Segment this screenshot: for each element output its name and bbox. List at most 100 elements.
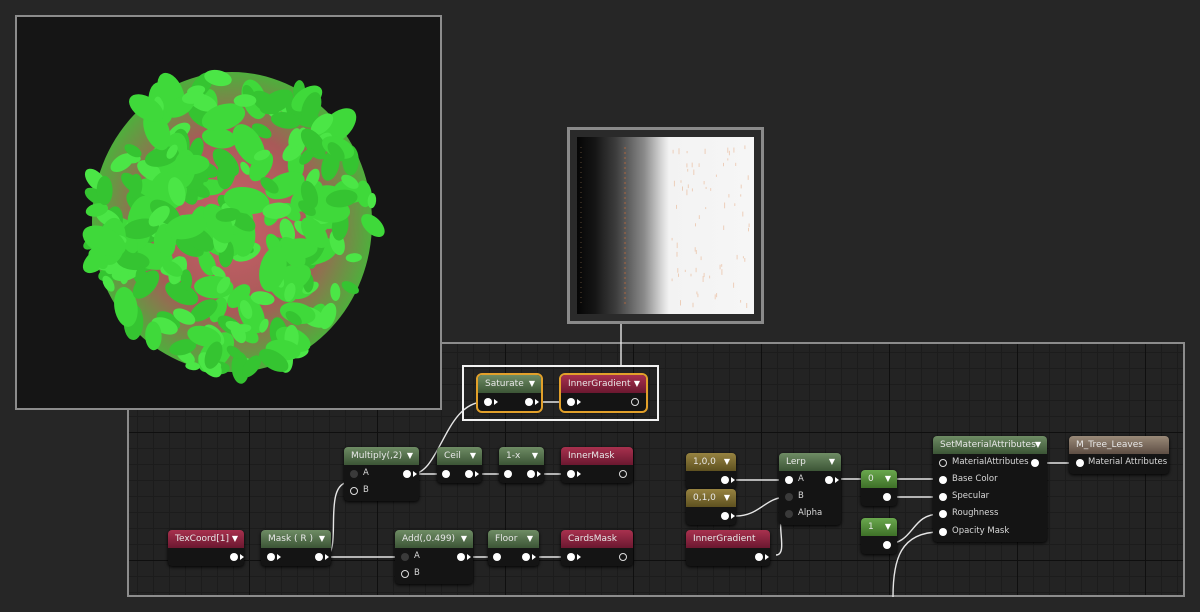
node-one-minus[interactable]: 1-x ▼ [499,447,544,483]
pin-label: A [363,468,369,478]
foliage-leaves [77,67,389,385]
chevron-down-icon[interactable]: ▼ [885,470,891,488]
node-title: Lerp [786,457,806,467]
output-pin[interactable] [315,553,323,561]
pin-label: B [363,485,369,495]
chevron-down-icon[interactable]: ▼ [527,530,533,548]
pin-arrow-icon [467,554,471,560]
input-pin-a[interactable] [401,553,409,561]
chevron-down-icon[interactable]: ▼ [319,530,325,548]
viewport-panel[interactable] [15,15,442,410]
pin-label: A [414,551,420,561]
input-pin-base-color[interactable] [939,476,947,484]
chevron-down-icon[interactable]: ▼ [829,453,835,471]
input-pin[interactable] [567,470,575,478]
node-innergradient-bottom[interactable]: InnerGradient [686,530,770,566]
output-pin[interactable] [403,470,411,478]
chevron-down-icon[interactable]: ▼ [407,447,413,465]
output-pin[interactable] [825,476,833,484]
output-pin[interactable] [619,553,627,561]
pin-arrow-icon [765,554,769,560]
selection-box [462,365,659,421]
input-pin[interactable] [442,470,450,478]
input-pin-b[interactable] [785,493,793,501]
node-title: 0,1,0 [693,493,716,503]
node-ceil[interactable]: Ceil ▼ [437,447,482,483]
input-pin[interactable] [504,470,512,478]
output-pin[interactable] [527,470,535,478]
output-pin[interactable] [465,470,473,478]
node-constant-010[interactable]: 0,1,0 ▼ [686,489,736,525]
node-title: InnerMask [568,451,615,461]
chevron-down-icon[interactable]: ▼ [1035,436,1041,454]
foliage-render [77,67,389,385]
output-pin[interactable] [883,493,891,501]
input-pin-b[interactable] [401,570,409,578]
chevron-down-icon[interactable]: ▼ [532,447,538,465]
input-pin-a[interactable] [350,470,358,478]
pin-label: B [798,491,804,501]
pin-arrow-icon [475,471,479,477]
node-title: Floor [495,534,518,544]
node-set-material-attributes[interactable]: SetMaterialAttributes ▼ MaterialAttribute… [933,436,1047,542]
chevron-down-icon[interactable]: ▼ [724,453,730,471]
output-pin[interactable] [721,476,729,484]
input-pin[interactable] [567,553,575,561]
node-title: 1 [868,522,874,532]
texture-preview-panel [567,127,764,324]
chevron-down-icon[interactable]: ▼ [461,530,467,548]
input-pin-a[interactable] [785,476,793,484]
output-pin[interactable] [883,541,891,549]
node-constant-1[interactable]: 1 ▼ [861,518,897,554]
node-floor[interactable]: Floor ▼ [488,530,539,566]
chevron-down-icon[interactable]: ▼ [470,447,476,465]
preview-noise [580,145,750,308]
output-pin[interactable] [755,553,763,561]
pin-label: MaterialAttributes [952,457,1029,467]
node-title: Ceil [444,451,461,461]
chevron-down-icon[interactable]: ▼ [885,518,891,536]
node-cardsmask[interactable]: CardsMask [561,530,633,566]
pin-arrow-icon [325,554,329,560]
pin-arrow-icon [413,471,417,477]
output-pin[interactable] [457,553,465,561]
chevron-down-icon[interactable]: ▼ [724,489,730,507]
node-constant-0[interactable]: 0 ▼ [861,470,897,506]
node-title: Mask ( R ) [268,534,314,544]
node-constant-100[interactable]: 1,0,0 ▼ [686,453,736,489]
node-innermask[interactable]: InnerMask [561,447,633,483]
pin-label: Material Attributes [1088,457,1168,467]
node-multiply[interactable]: Multiply(,2) ▼ A B [344,447,419,501]
input-pin-roughness[interactable] [939,510,947,518]
output-pin[interactable] [619,470,627,478]
node-material-result[interactable]: M_Tree_Leaves Material Attributes [1069,436,1169,474]
node-title: InnerGradient [693,534,756,544]
chevron-down-icon[interactable]: ▼ [232,530,238,548]
pin-label: Alpha [798,508,823,518]
input-pin-b[interactable] [350,487,358,495]
output-pin[interactable] [1031,459,1039,467]
input-pin-alpha[interactable] [785,510,793,518]
node-texcoord[interactable]: TexCoord[1] ▼ [168,530,244,566]
output-pin[interactable] [230,553,238,561]
input-pin-material-attributes[interactable] [1076,459,1084,467]
pin-arrow-icon [537,471,541,477]
input-pin-material-attributes[interactable] [939,459,947,467]
node-title: 1-x [506,451,521,461]
input-pin-specular[interactable] [939,493,947,501]
leaf [96,175,113,206]
output-pin[interactable] [522,553,530,561]
input-pin-opacity-mask[interactable] [939,528,947,536]
pin-arrow-icon [532,554,536,560]
node-mask-r[interactable]: Mask ( R ) ▼ [261,530,331,566]
pin-arrow-icon [731,513,735,519]
node-add[interactable]: Add(,0.499) ▼ A B [395,530,473,584]
input-pin[interactable] [493,553,501,561]
node-title: 1,0,0 [693,457,716,467]
pin-label: Roughness [952,508,999,518]
pin-label: Specular [952,491,990,501]
input-pin[interactable] [267,553,275,561]
output-pin[interactable] [721,512,729,520]
pin-label: Base Color [952,474,998,484]
node-lerp[interactable]: Lerp ▼ A B Alpha [779,453,841,525]
